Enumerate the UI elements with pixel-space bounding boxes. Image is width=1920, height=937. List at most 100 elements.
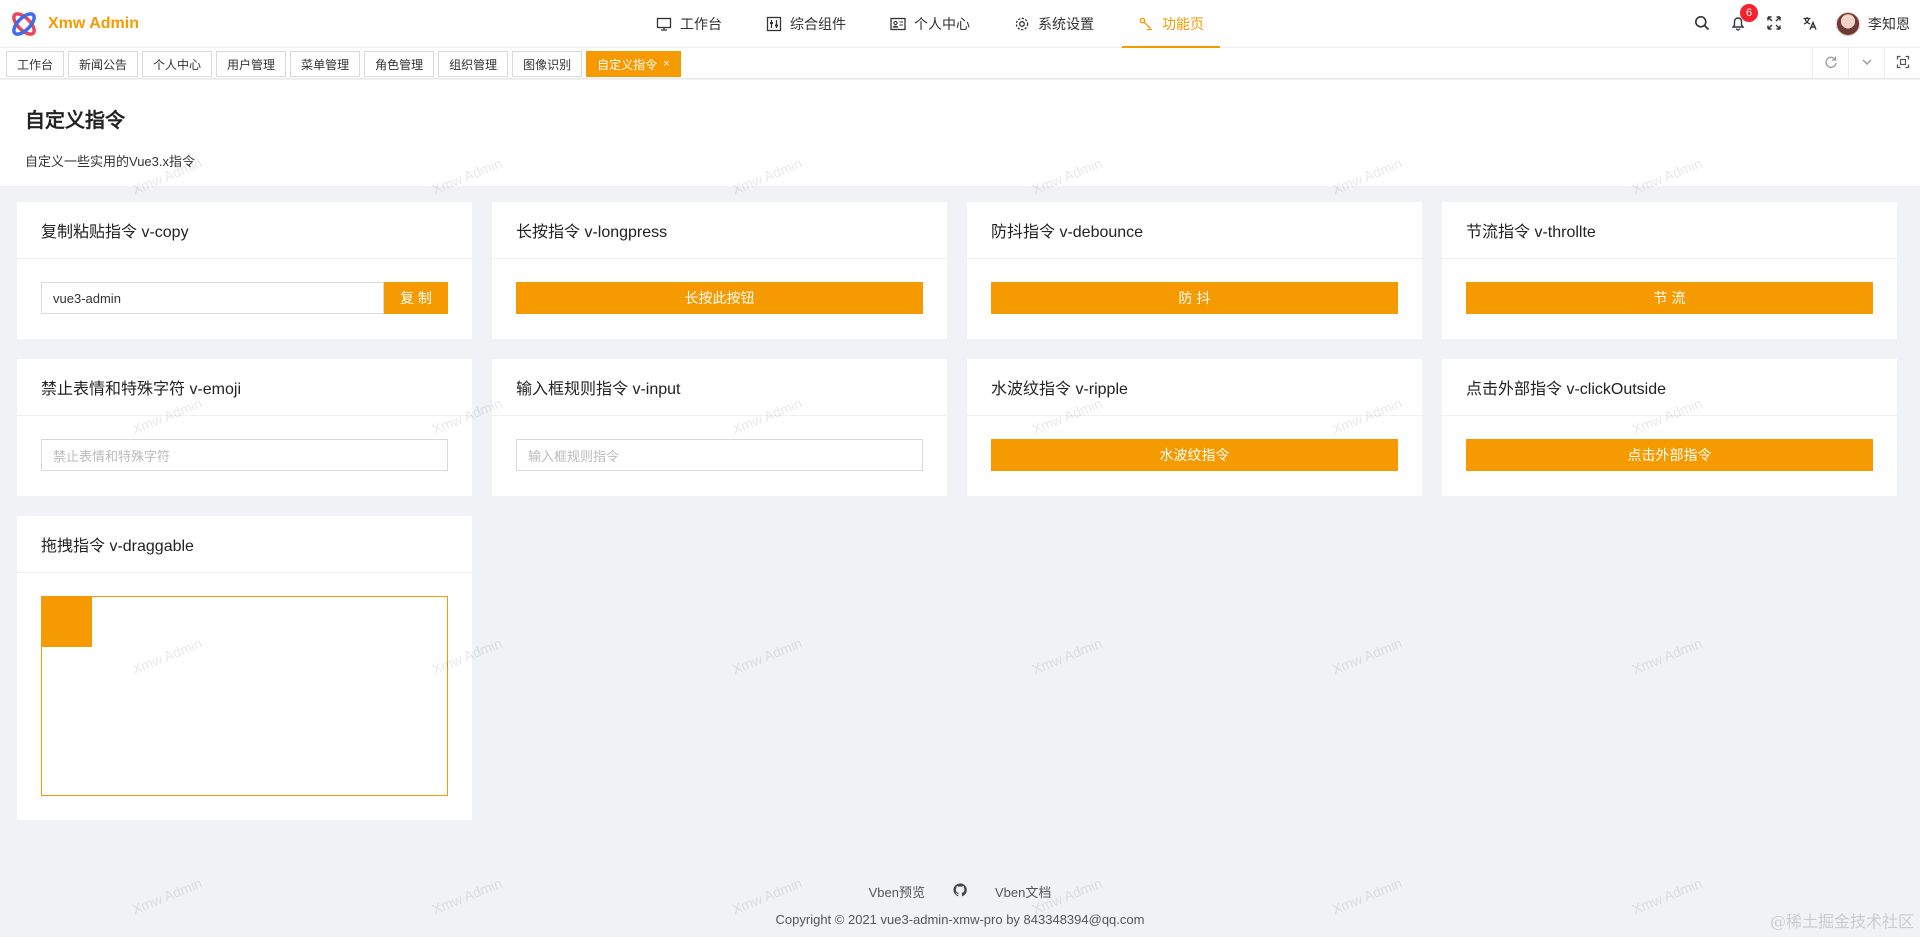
corner-watermark: @稀土掘金技术社区 bbox=[1769, 912, 1914, 931]
watermark-text: Xmw Admin bbox=[1329, 634, 1405, 678]
nav-item-profile[interactable]: 个人中心 bbox=[874, 0, 986, 48]
tabs-actions bbox=[1812, 48, 1920, 78]
watermark-text: Xmw Admin bbox=[1629, 634, 1705, 678]
copyright: Copyright © 2021 vue3-admin-xmw-pro by 8… bbox=[775, 912, 1145, 927]
nav-item-features[interactable]: 功能页 bbox=[1122, 0, 1220, 48]
rule-input[interactable]: 输入框规则指令 bbox=[516, 439, 923, 471]
sliders-icon bbox=[766, 16, 782, 32]
tab-workbench[interactable]: 工作台 bbox=[6, 51, 65, 77]
tab-image-recognition[interactable]: 图像识别 bbox=[512, 51, 583, 77]
tab-label: 自定义指令 bbox=[597, 57, 658, 72]
close-icon[interactable]: × bbox=[663, 58, 669, 70]
card-throttle: 节流指令 v-throllte 节 流 bbox=[1442, 202, 1897, 339]
card-title: 防抖指令 v-debounce bbox=[967, 202, 1422, 259]
user-menu[interactable]: 李知恩 bbox=[1828, 0, 1920, 48]
card-title: 水波纹指令 v-ripple bbox=[967, 359, 1422, 416]
tab-label: 角色管理 bbox=[375, 57, 424, 72]
card-title: 禁止表情和特殊字符 v-emoji bbox=[17, 359, 472, 416]
card-debounce: 防抖指令 v-debounce 防 抖 bbox=[967, 202, 1422, 339]
search-button[interactable] bbox=[1684, 0, 1720, 48]
tab-label: 图像识别 bbox=[523, 57, 572, 72]
fullscreen-button[interactable] bbox=[1756, 0, 1792, 48]
monitor-icon bbox=[656, 16, 672, 32]
tab-custom-directives[interactable]: 自定义指令 × bbox=[586, 51, 681, 77]
tab-list: 工作台 新闻公告 个人中心 用户管理 菜单管理 角色管理 组织管理 图像识别 自… bbox=[6, 51, 681, 77]
card-ripple: 水波纹指令 v-ripple 水波纹指令 bbox=[967, 359, 1422, 496]
notification-button[interactable]: 6 bbox=[1720, 0, 1758, 48]
card-title: 长按指令 v-longpress bbox=[492, 202, 947, 259]
tab-label: 菜单管理 bbox=[301, 57, 350, 72]
nav-item-label: 系统设置 bbox=[1038, 16, 1094, 32]
nav-item-label: 综合组件 bbox=[790, 16, 846, 32]
card-draggable: 拖拽指令 v-draggable bbox=[17, 516, 472, 820]
tab-organization[interactable]: 组织管理 bbox=[438, 51, 509, 77]
page-header: 自定义指令 自定义一些实用的Vue3.x指令 bbox=[0, 80, 1920, 186]
emoji-input-group: 禁止表情和特殊字符 bbox=[41, 439, 448, 471]
tab-label: 组织管理 bbox=[449, 57, 498, 72]
tab-news[interactable]: 新闻公告 bbox=[68, 51, 139, 77]
emoji-input[interactable]: 禁止表情和特殊字符 bbox=[41, 439, 448, 471]
tab-label: 工作台 bbox=[17, 57, 54, 72]
card-longpress: 长按指令 v-longpress 长按此按钮 bbox=[492, 202, 947, 339]
chevron-down-icon bbox=[1860, 55, 1874, 72]
nav-item-label: 个人中心 bbox=[914, 16, 970, 32]
github-icon[interactable] bbox=[953, 883, 967, 900]
drag-handle[interactable] bbox=[42, 597, 92, 647]
nav-item-label: 工作台 bbox=[680, 16, 722, 32]
card-emoji: 禁止表情和特殊字符 v-emoji 禁止表情和特殊字符 bbox=[17, 359, 472, 496]
id-card-icon bbox=[890, 16, 906, 32]
avatar bbox=[1836, 12, 1860, 36]
tab-profile[interactable]: 个人中心 bbox=[142, 51, 213, 77]
top-header: Xmw Admin 工作台 综合组件 个人中心 系统设置 功能页 6 李知恩 bbox=[0, 0, 1920, 48]
nav-item-workbench[interactable]: 工作台 bbox=[640, 0, 738, 48]
watermark-text: Xmw Admin bbox=[729, 634, 805, 678]
copy-input-group: vue3-admin 复 制 bbox=[41, 282, 448, 314]
user-name: 李知恩 bbox=[1868, 16, 1910, 32]
card-title: 点击外部指令 v-clickOutside bbox=[1442, 359, 1897, 416]
clickoutside-button[interactable]: 点击外部指令 bbox=[1466, 439, 1873, 471]
fullscreen-icon bbox=[1766, 15, 1782, 34]
function-icon bbox=[1138, 16, 1154, 32]
card-clickoutside: 点击外部指令 v-clickOutside 点击外部指令 bbox=[1442, 359, 1897, 496]
app-title: Xmw Admin bbox=[48, 15, 139, 32]
debounce-button[interactable]: 防 抖 bbox=[991, 282, 1398, 314]
tabs-bar: 工作台 新闻公告 个人中心 用户管理 菜单管理 角色管理 组织管理 图像识别 自… bbox=[0, 48, 1920, 79]
tab-fullscreen-button[interactable] bbox=[1884, 48, 1920, 78]
language-button[interactable] bbox=[1792, 0, 1828, 48]
tab-label: 新闻公告 bbox=[79, 57, 128, 72]
gear-icon bbox=[1014, 16, 1030, 32]
nav-item-label: 功能页 bbox=[1162, 16, 1204, 32]
footer-link-preview[interactable]: Vben预览 bbox=[869, 882, 925, 901]
logo-icon bbox=[8, 8, 40, 40]
throttle-button[interactable]: 节 流 bbox=[1466, 282, 1873, 314]
app-logo[interactable]: Xmw Admin bbox=[8, 8, 139, 40]
refresh-tab-button[interactable] bbox=[1812, 48, 1848, 78]
tab-label: 用户管理 bbox=[227, 57, 276, 72]
copy-button[interactable]: 复 制 bbox=[384, 282, 448, 314]
tab-menu-button[interactable] bbox=[1848, 48, 1884, 78]
longpress-button[interactable]: 长按此按钮 bbox=[516, 282, 923, 314]
card-title: 拖拽指令 v-draggable bbox=[17, 516, 472, 573]
ripple-button[interactable]: 水波纹指令 bbox=[991, 439, 1398, 471]
drag-container bbox=[41, 596, 448, 796]
page-description: 自定义一些实用的Vue3.x指令 bbox=[25, 154, 195, 169]
footer-link-docs[interactable]: Vben文档 bbox=[995, 882, 1051, 901]
tab-menus[interactable]: 菜单管理 bbox=[290, 51, 361, 77]
nav-item-components[interactable]: 综合组件 bbox=[750, 0, 862, 48]
tab-roles[interactable]: 角色管理 bbox=[364, 51, 435, 77]
search-icon bbox=[1694, 15, 1710, 34]
tab-label: 个人中心 bbox=[153, 57, 202, 72]
card-input-rule: 输入框规则指令 v-input 输入框规则指令 bbox=[492, 359, 947, 496]
card-title: 输入框规则指令 v-input bbox=[492, 359, 947, 416]
translate-icon bbox=[1802, 15, 1818, 34]
top-nav: 工作台 综合组件 个人中心 系统设置 功能页 bbox=[640, 0, 1232, 48]
header-actions: 6 李知恩 bbox=[1684, 0, 1920, 48]
page-title: 自定义指令 bbox=[25, 110, 125, 132]
footer-links: Vben预览 Vben文档 bbox=[0, 882, 1920, 901]
copy-input[interactable]: vue3-admin bbox=[41, 282, 384, 314]
card-title: 节流指令 v-throllte bbox=[1442, 202, 1897, 259]
rule-input-group: 输入框规则指令 bbox=[516, 439, 923, 471]
nav-item-settings[interactable]: 系统设置 bbox=[998, 0, 1110, 48]
watermark-text: Xmw Admin bbox=[1029, 634, 1105, 678]
tab-users[interactable]: 用户管理 bbox=[216, 51, 287, 77]
